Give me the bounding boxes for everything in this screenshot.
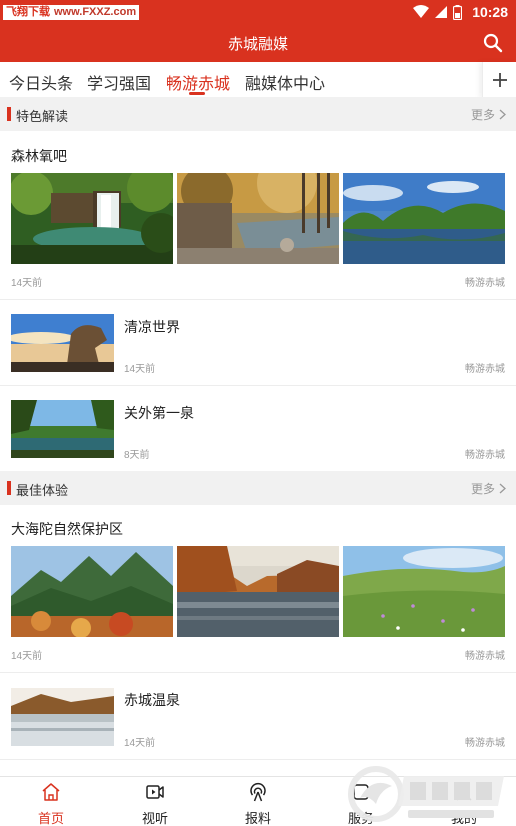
watermark-url: www.FXXZ.com [54, 6, 137, 18]
article-source: 畅游赤城 [465, 738, 505, 749]
article-time: 14天前 [11, 278, 43, 289]
plus-icon [493, 73, 507, 87]
article-source: 畅游赤城 [465, 651, 505, 662]
article-time: 14天前 [124, 738, 156, 749]
tab-active-indicator [189, 92, 205, 95]
divider [0, 672, 516, 673]
article-image-green-mountains [11, 546, 173, 637]
divider [0, 385, 516, 386]
battery-icon [453, 4, 463, 20]
tab-travel[interactable]: 畅游赤城 [166, 70, 230, 94]
tab-media-center[interactable]: 融媒体中心 [245, 70, 325, 94]
tab-headlines[interactable]: 今日头条 [9, 70, 73, 94]
nav-video[interactable]: 视听 [125, 777, 185, 826]
nav-home[interactable]: 首页 [21, 777, 81, 826]
article-thumbnail-rock [11, 314, 114, 372]
article-image-grassland [343, 546, 505, 637]
article-source: 畅游赤城 [465, 450, 505, 461]
article-image-autumn-river [177, 173, 339, 264]
article-time: 14天前 [124, 364, 156, 375]
section-marker [7, 481, 11, 495]
chevron-right-icon [499, 483, 506, 494]
nav-label: 首页 [37, 811, 64, 826]
article-image-waterfall [11, 173, 173, 264]
app-bar: 赤城融媒 [0, 24, 516, 62]
section-title: 最佳体验 [16, 483, 69, 498]
section-header-featured: 特色解读 更多 [0, 97, 516, 131]
article-title: 大海陀自然保护区 [11, 521, 123, 537]
tab-xuexi[interactable]: 学习强国 [87, 70, 151, 94]
app-title: 赤城融媒 [227, 36, 288, 53]
nav-label: 视听 [141, 811, 168, 826]
article-source: 畅游赤城 [465, 364, 505, 375]
section-header-best-experience: 最佳体验 更多 [0, 471, 516, 505]
more-link[interactable]: 更多 [471, 480, 506, 497]
article-image-lake-trees [343, 173, 505, 264]
search-icon[interactable] [482, 32, 504, 54]
watermark-label: 飞翔下载 [6, 6, 50, 18]
video-icon [146, 785, 164, 799]
home-icon [42, 783, 60, 801]
signal-icon [435, 6, 448, 18]
divider [0, 299, 516, 300]
status-time: 10:28 [472, 4, 508, 20]
divider [0, 759, 516, 760]
broadcast-icon [250, 782, 266, 802]
wifi-icon [413, 5, 430, 18]
article-title: 赤城温泉 [124, 692, 180, 708]
add-channel-button[interactable] [482, 62, 516, 98]
section-marker [7, 107, 11, 121]
channel-tabs: 今日头条 学习强国 畅游赤城 融媒体中心 [0, 62, 516, 98]
article-thumbnail-spring [11, 400, 114, 458]
more-label: 更多 [470, 108, 495, 122]
article-source: 畅游赤城 [465, 278, 505, 289]
article-time: 8天前 [124, 450, 150, 461]
nav-label: 报料 [244, 811, 271, 826]
article-title: 关外第一泉 [124, 405, 194, 421]
brand-watermark-logo [348, 766, 504, 822]
article-time: 14天前 [11, 651, 43, 662]
article-title: 森林氧吧 [11, 148, 67, 164]
nav-report[interactable]: 报料 [228, 777, 288, 826]
more-link[interactable]: 更多 [471, 106, 506, 123]
section-title: 特色解读 [16, 109, 69, 124]
watermark-badge: 飞翔下载 www.FXXZ.com [3, 5, 140, 20]
status-bar: 飞翔下载 www.FXXZ.com 10:28 [0, 0, 516, 24]
article-title: 清凉世界 [124, 319, 180, 335]
article-thumbnail-hot-spring [11, 688, 114, 746]
article-image-autumn-lake [177, 546, 339, 637]
chevron-right-icon [499, 109, 506, 120]
more-label: 更多 [470, 482, 495, 496]
